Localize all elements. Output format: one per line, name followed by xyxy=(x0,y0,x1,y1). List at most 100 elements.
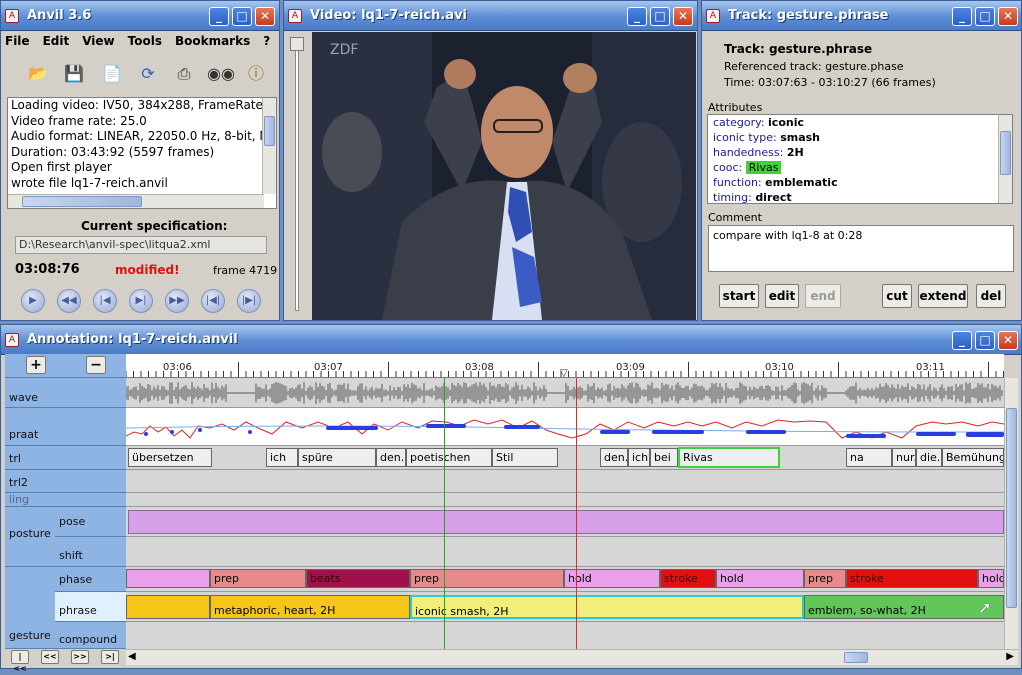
comment-box[interactable]: compare with lq1-8 at 0:28 xyxy=(708,225,1014,272)
binoculars-icon[interactable]: ◉◉ xyxy=(207,63,235,85)
track-label-shift[interactable]: shift xyxy=(55,537,126,567)
log-vertical-scrollbar[interactable] xyxy=(262,98,276,194)
step-forward-button[interactable]: ▶| xyxy=(129,289,153,313)
track-label-pose[interactable]: pose xyxy=(55,507,126,537)
cut-button[interactable]: cut xyxy=(882,284,912,308)
maximize-button[interactable]: □ xyxy=(975,7,995,26)
menu-help[interactable]: ? xyxy=(263,34,270,48)
track-label-compound[interactable]: compound xyxy=(55,622,126,649)
shift-track[interactable] xyxy=(126,537,1004,567)
attribute-row[interactable]: handedness: 2H xyxy=(708,145,1012,160)
trl-element[interactable]: spüre xyxy=(298,448,376,467)
video-frame[interactable]: ZDF xyxy=(312,32,696,320)
attribute-row[interactable]: cooc: Rivas xyxy=(708,160,1012,175)
attribute-row[interactable]: iconic type: smash xyxy=(708,130,1012,145)
trl-element[interactable]: den. xyxy=(376,448,406,467)
tracks-vertical-scrollbar[interactable] xyxy=(1004,378,1018,649)
save-disk-icon[interactable]: 💾 xyxy=(61,63,87,85)
track-label-praat[interactable]: praat xyxy=(5,408,126,446)
track-titlebar[interactable]: A Track: gesture.phrase _ □ ✕ xyxy=(702,1,1021,31)
spec-path-field[interactable]: D:\Research\anvil-spec\litqua2.xml xyxy=(15,236,267,254)
trl-element[interactable]: Bemühung xyxy=(942,448,1004,467)
maximize-button[interactable]: □ xyxy=(975,331,995,350)
close-button[interactable]: ✕ xyxy=(673,7,693,26)
playhead-line[interactable] xyxy=(576,378,577,649)
phase-element[interactable]: prep xyxy=(210,569,306,588)
trl-element[interactable]: ich xyxy=(628,448,650,467)
play-button[interactable]: ▶ xyxy=(21,289,45,313)
nav-back-button[interactable]: << xyxy=(41,650,59,664)
open-folder-icon[interactable]: 📂 xyxy=(25,63,51,85)
jump-start-button[interactable]: |◀| xyxy=(201,289,225,313)
trl-element[interactable]: nur. xyxy=(892,448,916,467)
new-spec-icon[interactable]: 📄 xyxy=(99,63,125,85)
trl-element[interactable]: bei xyxy=(650,448,678,467)
menu-bookmarks[interactable]: Bookmarks xyxy=(175,34,250,48)
print-icon[interactable]: ⎙ xyxy=(171,63,197,85)
trl-element[interactable]: na xyxy=(846,448,892,467)
trl-element[interactable]: den. xyxy=(600,448,628,467)
phase-element[interactable]: beats xyxy=(306,569,410,588)
edit-button[interactable]: edit xyxy=(765,284,799,308)
minimize-button[interactable]: _ xyxy=(627,7,647,26)
close-button[interactable]: ✕ xyxy=(998,331,1018,350)
attribute-row[interactable]: timing: direct xyxy=(708,190,1012,203)
minimize-button[interactable]: _ xyxy=(209,7,229,26)
praat-track[interactable] xyxy=(126,408,1004,446)
end-button[interactable]: end xyxy=(805,284,841,308)
annotation-titlebar[interactable]: A Annotation: lq1-7-reich.anvil _ □ ✕ xyxy=(1,325,1021,355)
phase-element[interactable]: hold xyxy=(564,569,660,588)
attribute-row[interactable]: category: iconic xyxy=(708,115,1012,130)
attribute-row[interactable]: function: emblematic xyxy=(708,175,1012,190)
info-icon[interactable]: ⓘ xyxy=(243,63,269,85)
phase-element[interactable]: stroke xyxy=(660,569,716,588)
phrase-element-selected[interactable]: iconic smash, 2H xyxy=(410,595,804,619)
trl2-track[interactable] xyxy=(126,470,1004,493)
scroll-left-icon[interactable]: ◀ xyxy=(128,651,136,662)
ling-track[interactable] xyxy=(126,493,1004,507)
track-label-trl2[interactable]: trl2 xyxy=(5,470,126,493)
extend-button[interactable]: extend xyxy=(918,284,968,308)
step-back-button[interactable]: |◀ xyxy=(93,289,117,313)
phrase-track[interactable]: metaphoric, heart, 2H iconic smash, 2H e… xyxy=(126,592,1004,622)
del-button[interactable]: del xyxy=(976,284,1006,308)
trl-element[interactable]: die. xyxy=(916,448,942,467)
trl-track[interactable]: übersetzen ich spüre den. poetischen Sti… xyxy=(126,446,1004,470)
group-label-posture[interactable]: posture xyxy=(5,507,55,567)
slider-handle[interactable] xyxy=(290,37,304,51)
scroll-right-icon[interactable]: ▶ xyxy=(1006,651,1014,662)
track-label-trl[interactable]: trl xyxy=(5,446,126,470)
menu-tools[interactable]: Tools xyxy=(128,34,162,48)
phrase-element-unlabeled[interactable] xyxy=(126,595,210,619)
trl-element[interactable]: übersetzen xyxy=(128,448,212,467)
nav-forward-button[interactable]: >> xyxy=(71,650,89,664)
compound-track[interactable] xyxy=(126,622,1004,649)
menu-file[interactable]: File xyxy=(5,34,30,48)
track-label-phase[interactable]: phase xyxy=(55,567,126,592)
phrase-element[interactable]: metaphoric, heart, 2H xyxy=(210,595,410,619)
phase-element[interactable]: prep xyxy=(410,569,564,588)
attribute-value-link[interactable]: Rivas xyxy=(745,161,782,174)
phase-element[interactable]: stroke xyxy=(846,569,978,588)
log-horizontal-scrollbar[interactable] xyxy=(8,194,264,208)
track-label-ling[interactable]: ling xyxy=(5,493,126,507)
minimize-button[interactable]: _ xyxy=(952,7,972,26)
phrase-element[interactable]: emblem, so-what, 2H xyxy=(804,595,1004,619)
track-label-phrase[interactable]: phrase xyxy=(55,592,126,622)
phase-element[interactable]: hold xyxy=(716,569,804,588)
attributes-scrollbar[interactable] xyxy=(998,115,1012,203)
maximize-button[interactable]: □ xyxy=(650,7,670,26)
track-label-wave[interactable]: wave xyxy=(5,378,126,408)
fast-forward-button[interactable]: ▶▶ xyxy=(165,289,189,313)
anvil-titlebar[interactable]: A Anvil 3.6 _ □ ✕ xyxy=(1,1,279,31)
phase-element[interactable]: hold xyxy=(978,569,1004,588)
phase-track[interactable]: prep beats prep hold stroke hold prep st… xyxy=(126,567,1004,592)
menu-view[interactable]: View xyxy=(82,34,114,48)
group-label-gesture[interactable]: gesture xyxy=(5,567,55,649)
trl-element-selected[interactable]: Rivas xyxy=(678,447,780,468)
tracks-area[interactable]: übersetzen ich spüre den. poetischen Sti… xyxy=(126,378,1004,649)
video-slider[interactable] xyxy=(290,35,304,315)
refresh-icon[interactable]: ⟳ xyxy=(135,63,161,85)
zoom-out-button[interactable]: − xyxy=(86,356,106,374)
trl-element[interactable]: poetischen xyxy=(406,448,492,467)
